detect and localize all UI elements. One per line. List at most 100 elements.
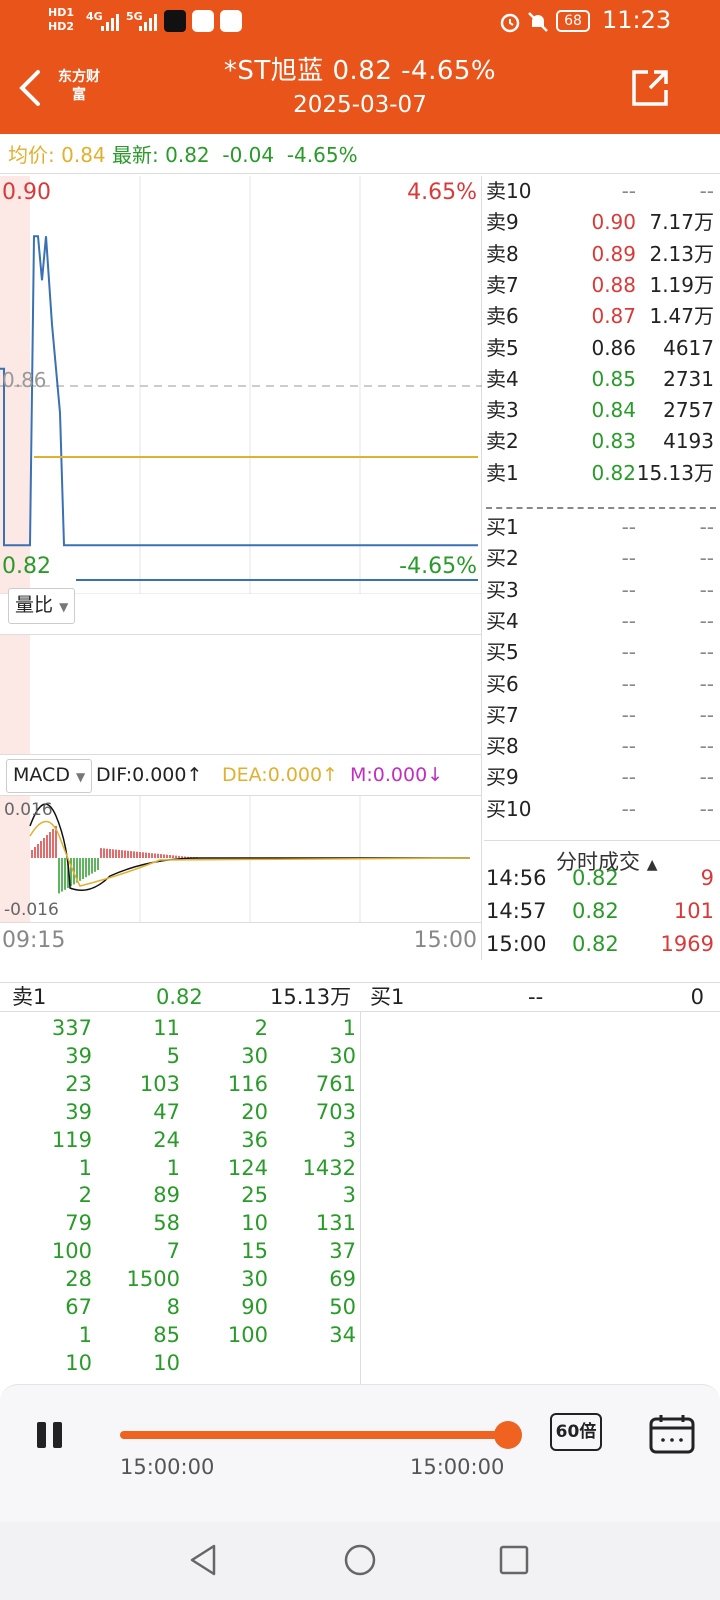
orderbook-price: -- — [621, 765, 636, 790]
orderbook-row-sell-4: 卖7 0.88 1.19万 — [486, 270, 716, 301]
change-value: -0.04 — [222, 143, 275, 167]
trade-row: 14:57 0.82 101 — [486, 895, 716, 928]
queue-cell: 7 — [166, 1239, 180, 1264]
volume-indicator-select[interactable]: 量比 ▼ — [8, 588, 76, 624]
chart-top-price: 0.90 — [2, 180, 51, 205]
orderbook-price: -- — [621, 640, 636, 665]
orderbook-price: -- — [621, 608, 636, 633]
trade-volume: 101 — [673, 899, 714, 923]
speed-label: 60倍 — [555, 1422, 597, 1442]
queue-cell: 39 — [65, 1043, 92, 1068]
queue-cell: 24 — [153, 1127, 180, 1152]
progress-track[interactable] — [120, 1421, 522, 1449]
orderbook-row-sell-1: 卖10 -- -- — [486, 176, 716, 207]
chart-area[interactable]: 0.90 4.65% 0.86 0.82 -4.65% 量比 ▼ MACD ▼ … — [0, 176, 482, 960]
macd-bottom-label: -0.016 — [4, 900, 59, 920]
queue-cell: 25 — [241, 1183, 268, 1208]
queue-sell-label: 卖1 — [12, 985, 47, 1009]
macd-label: MACD — [13, 764, 70, 786]
battery-icon: 68 — [556, 10, 590, 32]
calendar-icon[interactable] — [648, 1413, 696, 1459]
chart-mid-price: 0.86 — [2, 368, 47, 392]
tiktok-icon — [164, 10, 186, 32]
trade-volume: 9 — [700, 866, 714, 890]
orderbook-row-sell-3: 卖8 0.89 2.13万 — [486, 239, 716, 270]
progress-handle[interactable] — [494, 1421, 522, 1449]
avg-price-label: 均价: — [8, 143, 55, 167]
macd-indicator-select[interactable]: MACD ▼ — [6, 759, 93, 793]
orderbook-price: -- — [621, 702, 636, 727]
orderbook-level-label: 卖3 — [486, 398, 519, 423]
orderbook-row-buy-2: 买2 -- -- — [486, 543, 716, 574]
queue-cell: 703 — [315, 1099, 356, 1124]
pause-icon[interactable] — [34, 1419, 66, 1455]
avg-price-value: 0.84 — [61, 143, 106, 167]
trade-time: 14:57 — [486, 899, 547, 923]
chart-bottom-price: 0.82 — [2, 554, 51, 579]
chart-bottom-pct: -4.65% — [399, 554, 477, 579]
trade-price: 0.82 — [572, 866, 619, 890]
orderbook-level-label: 买8 — [486, 734, 519, 759]
dropdown-arrow-icon: ▼ — [59, 600, 69, 614]
orderbook-row-sell-8: 卖3 0.84 2757 — [486, 395, 716, 426]
queue-cell: 1 — [342, 1016, 356, 1040]
queue-cell: 761 — [315, 1071, 356, 1096]
latest-label: 最新: — [112, 143, 159, 167]
orderbook-row-buy-10: 买10 -- -- — [486, 794, 716, 825]
orderbook-price: 0.85 — [591, 366, 636, 391]
queue-cell: 1 — [78, 1155, 92, 1180]
queue-cell: 1500 — [126, 1267, 180, 1292]
orderbook-price: -- — [621, 577, 636, 602]
orderbook-level-label: 买2 — [486, 546, 519, 571]
orderbook-row-buy-6: 买6 -- -- — [486, 669, 716, 700]
x-axis-start: 09:15 — [2, 928, 66, 953]
orderbook-price: -- — [621, 796, 636, 821]
queue-cell: 100 — [51, 1239, 92, 1264]
playback-start-time: 15:00:00 — [120, 1455, 215, 1479]
orderbook-volume: 15.13万 — [636, 460, 714, 485]
trade-price: 0.82 — [572, 899, 619, 923]
nav-back-icon[interactable] — [186, 1542, 222, 1582]
nav-home-icon[interactable] — [342, 1542, 378, 1582]
price-summary-bar: 均价: 0.84 最新: 0.82 -0.04 -4.65% — [0, 136, 720, 174]
queue-cell: 69 — [329, 1267, 356, 1292]
orderbook-volume: -- — [699, 796, 714, 821]
intraday-price-chart[interactable] — [0, 176, 482, 594]
orderbook-volume: 2757 — [663, 398, 714, 423]
orderbook-volume: -- — [699, 702, 714, 727]
orderbook-row-buy-1: 买1 -- -- — [486, 512, 716, 543]
queue-cell: 34 — [329, 1322, 356, 1347]
orderbook-level-label: 买7 — [486, 702, 519, 727]
queue-cell: 90 — [241, 1295, 268, 1319]
share-icon[interactable] — [630, 68, 670, 112]
orderbook-row-sell-7: 卖4 0.85 2731 — [486, 364, 716, 395]
queue-cell: 131 — [315, 1211, 356, 1236]
queue-cell: 39 — [65, 1099, 92, 1124]
orderbook-price: 0.90 — [591, 210, 636, 235]
orderbook-volume: -- — [699, 640, 714, 665]
signal-icon-2 — [138, 12, 158, 36]
orderbook-level-label: 卖2 — [486, 429, 519, 454]
queue-cell: 30 — [241, 1043, 268, 1068]
orderbook-level-label: 买10 — [486, 796, 532, 821]
orderbook-price: 0.86 — [591, 335, 636, 360]
orderbook-volume: 1.47万 — [649, 304, 714, 329]
queue-sell-volume: 15.13万 — [270, 985, 352, 1009]
speed-button[interactable]: 60倍 — [550, 1413, 602, 1451]
orderbook-row-buy-7: 买7 -- -- — [486, 700, 716, 731]
queue-cell: 50 — [329, 1295, 356, 1319]
orderbook-level-label: 卖5 — [486, 335, 519, 360]
queue-cell: 30 — [329, 1043, 356, 1068]
nav-recents-icon[interactable] — [496, 1542, 532, 1582]
orderbook-volume: -- — [699, 577, 714, 602]
x-axis-end: 15:00 — [413, 928, 477, 953]
queue-cell: 10 — [65, 1350, 92, 1375]
mail-icon — [192, 10, 214, 32]
queue-cell: 337 — [51, 1016, 92, 1040]
orderbook-volume: -- — [699, 765, 714, 790]
app-header: HD1 HD2 4G 5G 68 11:23 东方财富 *ST旭蓝 0.82 -4… — [0, 0, 720, 134]
orderbook-price: -- — [621, 546, 636, 571]
orderbook-price: 0.88 — [591, 272, 636, 297]
clock: 11:23 — [602, 6, 672, 34]
queue-buy-volume: 0 — [690, 985, 704, 1009]
